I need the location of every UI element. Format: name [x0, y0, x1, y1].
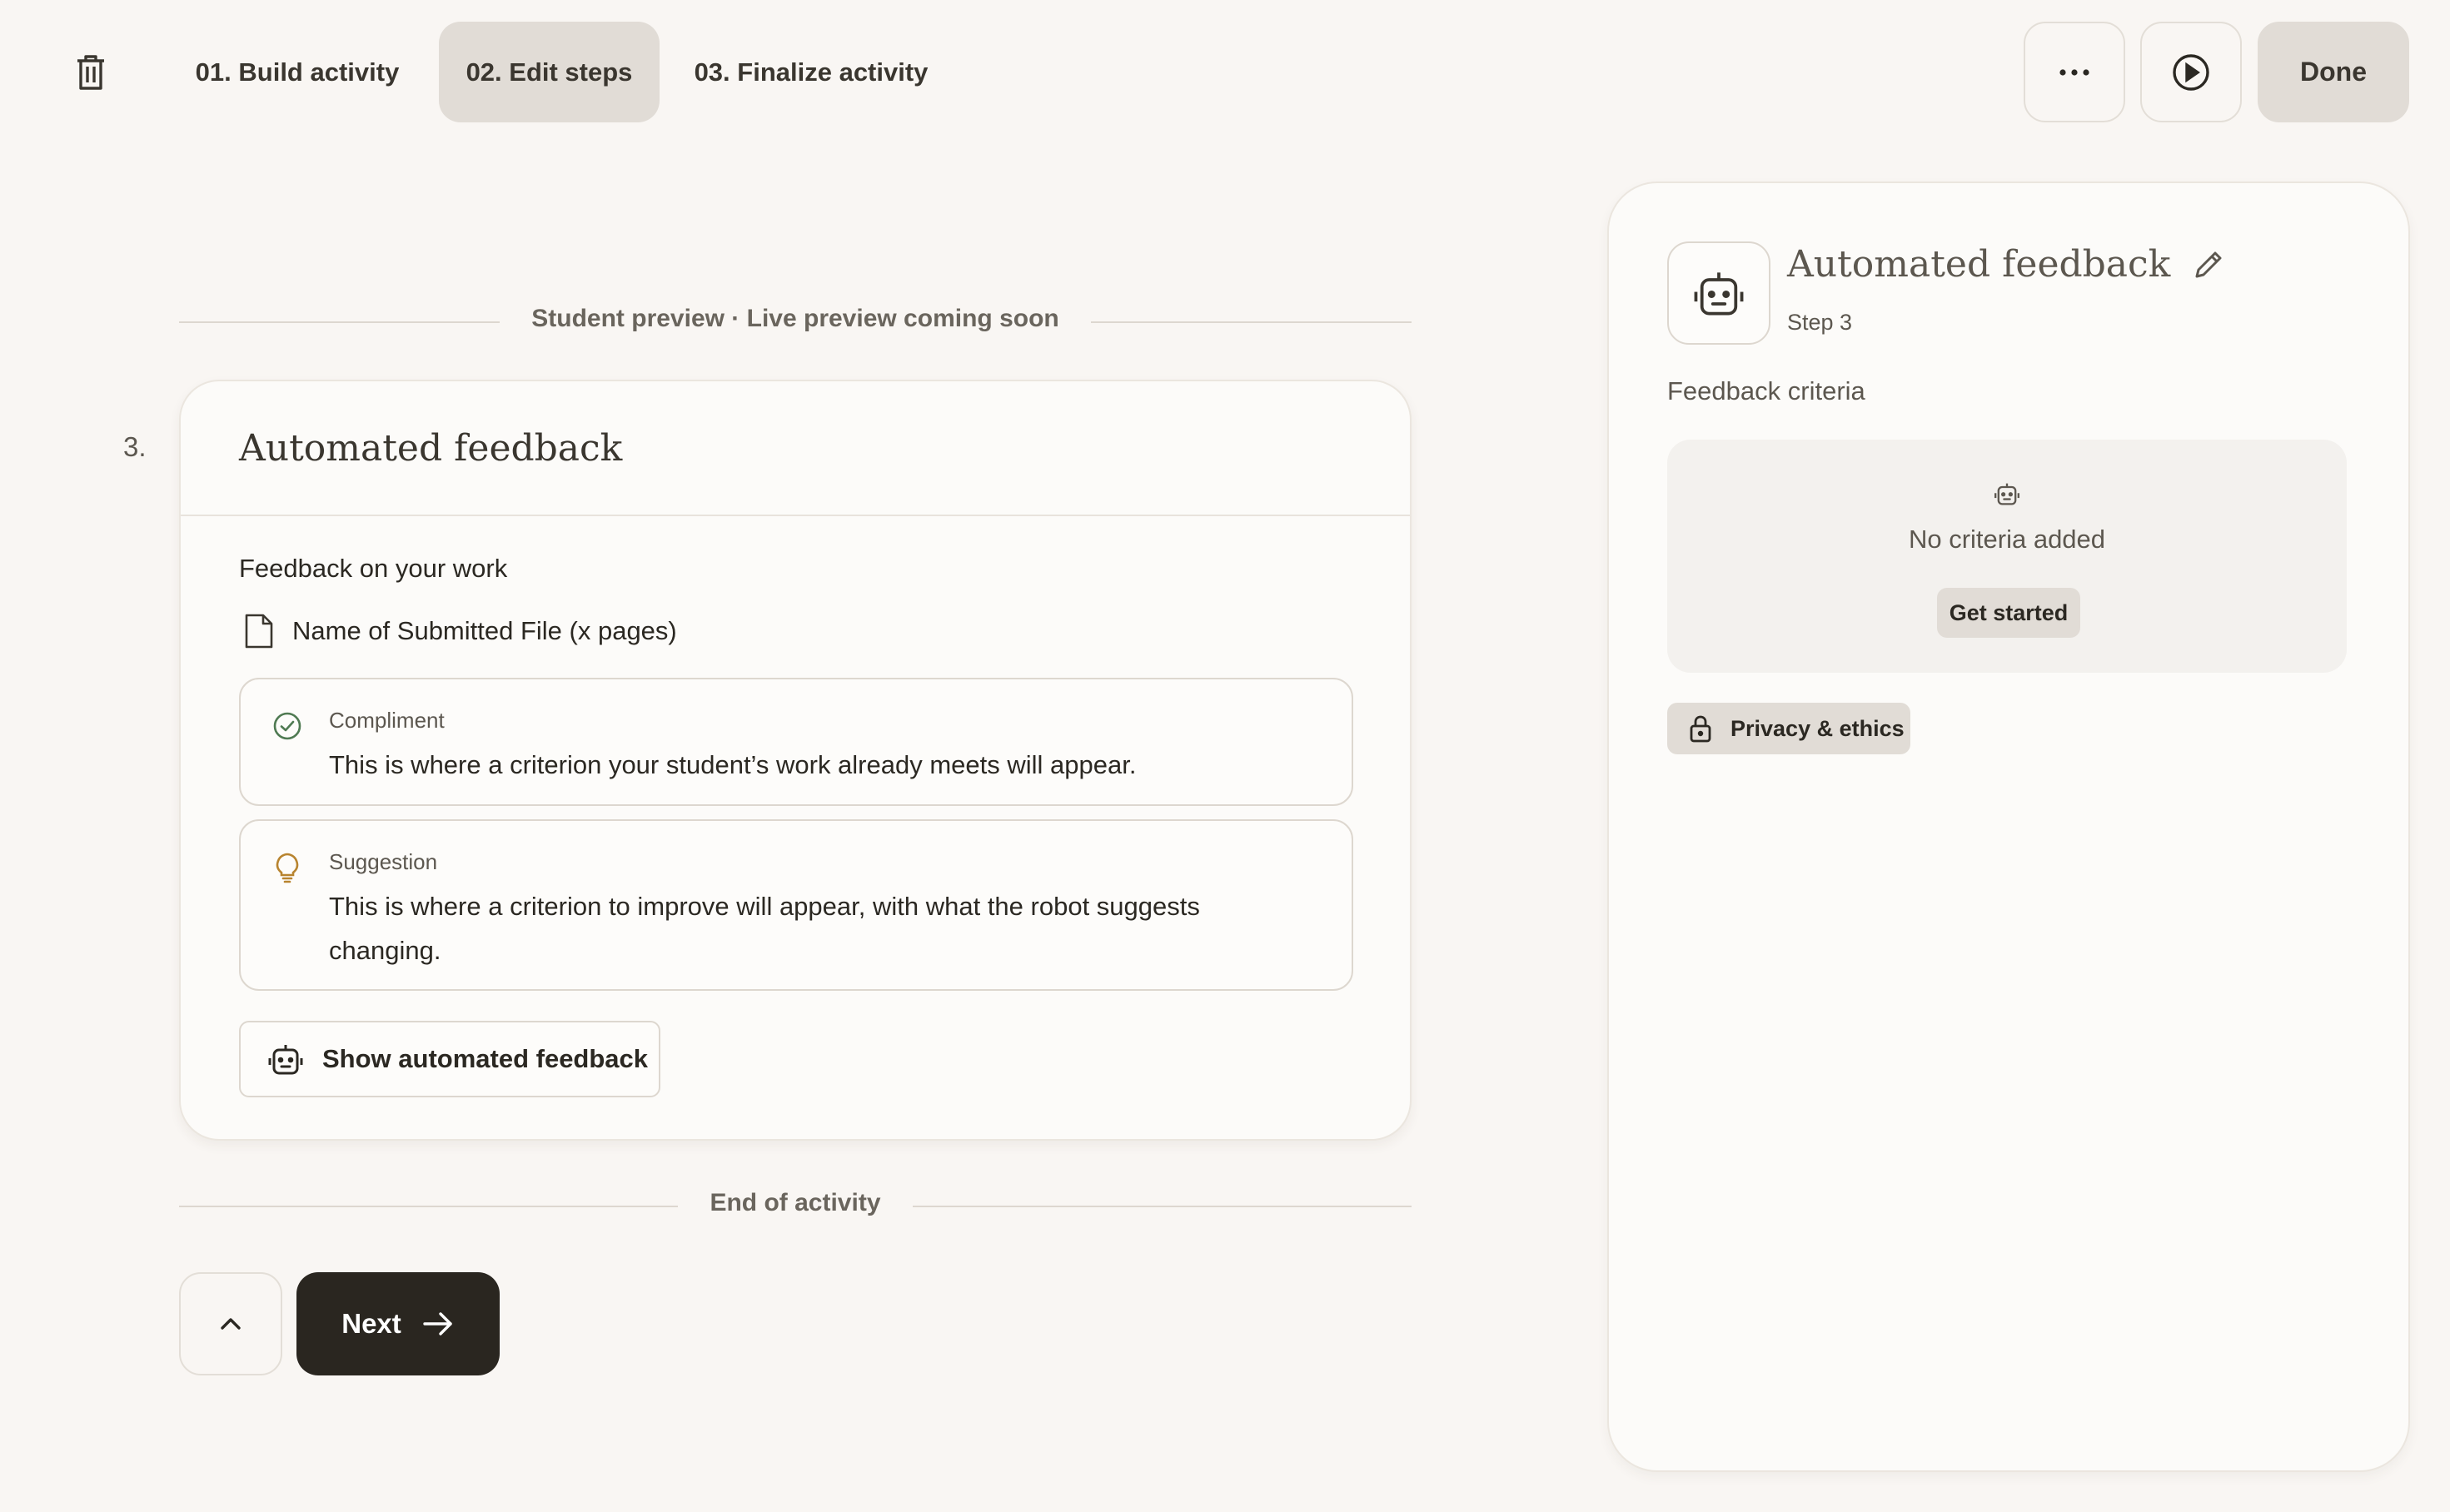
file-name: Name of Submitted File (x pages) [292, 616, 677, 645]
suggestion-box: Suggestion This is where a criterion to … [239, 819, 1353, 991]
compliment-box: Compliment This is where a criterion you… [239, 678, 1353, 806]
suggestion-label: Suggestion [329, 849, 438, 874]
robot-icon [1994, 481, 2020, 506]
arrow-right-icon [421, 1311, 455, 1337]
step-settings-panel: Automated feedback Step 3 Feedback crite… [1607, 182, 2410, 1472]
robot-icon [267, 1042, 304, 1076]
lightbulb-icon [272, 851, 302, 883]
previous-step-button[interactable] [179, 1272, 282, 1375]
panel-title-text: Automated feedback [1787, 243, 2171, 286]
card-title: Automated feedback [239, 427, 623, 470]
chevron-up-icon [219, 1316, 242, 1331]
feedback-criteria-label: Feedback criteria [1667, 376, 1865, 405]
compliment-text: This is where a criterion your student’s… [329, 750, 1137, 779]
more-horizontal-icon [2058, 68, 2091, 77]
submitted-file: Name of Submitted File (x pages) [244, 613, 677, 649]
no-criteria-text: No criteria added [1908, 525, 2106, 554]
check-circle-icon [272, 711, 302, 741]
next-button[interactable]: Next [296, 1272, 500, 1375]
edit-title-pencil-icon[interactable] [2192, 248, 2225, 281]
suggestion-text: This is where a criterion to improve wil… [329, 892, 1200, 965]
play-circle-icon [2172, 53, 2210, 92]
preview-play-button[interactable] [2140, 22, 2242, 122]
tab-finalize-activity[interactable]: 03. Finalize activity [686, 22, 936, 122]
next-label: Next [341, 1308, 401, 1339]
done-button[interactable]: Done [2258, 22, 2409, 122]
show-automated-feedback-label: Show automated feedback [322, 1044, 649, 1073]
tab-build-activity[interactable]: 01. Build activity [185, 22, 410, 122]
compliment-label: Compliment [329, 708, 445, 733]
step-number: 3. [123, 431, 147, 462]
student-preview-divider: Student preview · Live preview coming so… [179, 305, 1412, 332]
get-started-button[interactable]: Get started [1937, 588, 2080, 638]
panel-step-label: Step 3 [1787, 310, 1853, 335]
lock-icon [1689, 714, 1712, 743]
end-of-activity-label: End of activity [678, 1189, 913, 1216]
end-of-activity-divider: End of activity [179, 1189, 1412, 1216]
card-divider [181, 515, 1410, 516]
delete-button[interactable] [72, 53, 110, 92]
feedback-heading: Feedback on your work [239, 554, 508, 583]
trash-icon [74, 54, 107, 91]
show-automated-feedback-button[interactable]: Show automated feedback [239, 1021, 660, 1097]
panel-title: Automated feedback [1787, 243, 2225, 286]
privacy-ethics-label: Privacy & ethics [1730, 715, 1905, 741]
student-preview-label: Student preview · Live preview coming so… [500, 305, 1091, 332]
criteria-empty-state: No criteria added Get started [1667, 440, 2347, 673]
robot-icon [1692, 269, 1745, 317]
more-options-button[interactable] [2024, 22, 2125, 122]
tab-edit-steps[interactable]: 02. Edit steps [439, 22, 660, 122]
privacy-ethics-button[interactable]: Privacy & ethics [1667, 703, 1910, 754]
step-type-icon-tile [1667, 241, 1770, 345]
file-icon [244, 613, 274, 649]
automated-feedback-card: Automated feedback Feedback on your work… [179, 380, 1412, 1141]
